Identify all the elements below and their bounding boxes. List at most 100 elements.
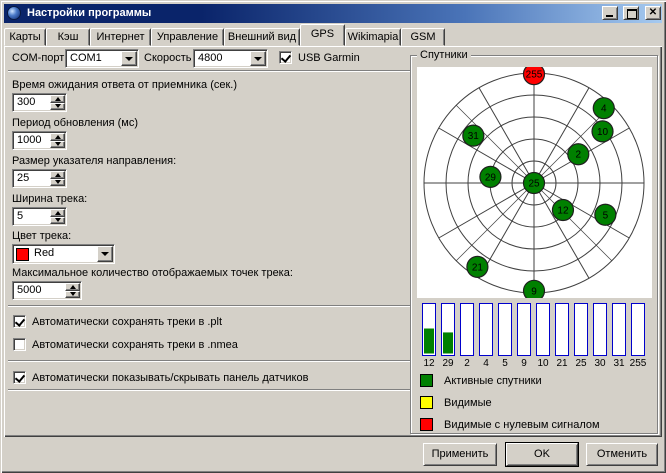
close-button[interactable]: ✕ (645, 6, 661, 20)
section-divider (8, 389, 412, 391)
spin-up-icon[interactable] (50, 133, 65, 141)
spin-up-icon[interactable] (65, 283, 80, 291)
color-swatch (16, 248, 29, 261)
signal-bars-svg: 122924591021253031255 (417, 302, 655, 368)
pointer-size-label: Размер указателя направления: (12, 155, 176, 167)
update-period-label: Период обновления (мс) (12, 117, 138, 129)
spin-down-icon[interactable] (65, 291, 80, 299)
satellite-marker: 255 (524, 67, 545, 85)
tab-maps[interactable]: Карты (4, 28, 46, 46)
settings-dialog: Настройки программы ✕ Карты Кэш Интернет… (0, 0, 666, 473)
chevron-down-icon (101, 252, 109, 260)
com-port-label: COM-порт (12, 52, 64, 64)
svg-text:25: 25 (528, 179, 540, 190)
svg-text:29: 29 (442, 358, 454, 368)
svg-text:255: 255 (630, 358, 647, 368)
pointer-size-value: 25 (17, 172, 29, 184)
satellites-group-title: Спутники (417, 49, 471, 61)
minimize-button[interactable] (602, 6, 618, 20)
satellite-marker: 25 (524, 173, 545, 194)
maximize-button[interactable] (623, 6, 639, 20)
max-points-spinner[interactable]: 5000 (12, 281, 82, 300)
checkbox-box[interactable] (13, 338, 26, 351)
spinner-buttons[interactable] (50, 133, 65, 148)
tab-bar: Карты Кэш Интернет Управление Внешний ви… (4, 25, 445, 46)
chevron-down-icon (125, 57, 133, 65)
usb-garmin-label: USB Garmin (298, 52, 360, 64)
tab-appearance[interactable]: Внешний вид (224, 28, 300, 46)
app-icon (7, 6, 21, 20)
track-width-spinner[interactable]: 5 (12, 207, 67, 226)
speed-label: Скорость (144, 52, 192, 64)
window-title: Настройки программы (27, 7, 151, 19)
visible-satellites-swatch (420, 396, 433, 409)
svg-text:10: 10 (537, 358, 549, 368)
max-points-label: Максимальное количество отображаемых точ… (12, 267, 293, 279)
spin-down-icon[interactable] (50, 179, 65, 187)
maximize-icon (627, 9, 637, 19)
tab-gsm[interactable]: GSM (401, 28, 445, 46)
svg-text:29: 29 (485, 172, 497, 183)
dropdown-button[interactable] (97, 246, 113, 262)
spin-up-icon[interactable] (50, 95, 65, 103)
spin-up-icon[interactable] (50, 171, 65, 179)
satellite-marker: 21 (467, 256, 488, 277)
update-period-spinner[interactable]: 1000 (12, 131, 67, 150)
svg-text:9: 9 (521, 358, 527, 368)
satellite-marker: 29 (480, 166, 501, 187)
checkbox-box[interactable] (13, 315, 26, 328)
svg-text:255: 255 (526, 70, 543, 81)
satellite-marker: 4 (593, 98, 614, 119)
svg-text:31: 31 (613, 358, 625, 368)
svg-text:21: 21 (556, 358, 568, 368)
svg-text:5: 5 (603, 210, 609, 221)
satellite-sky-plot: 255 4 102 31 29 25 12 5 21 9 (417, 67, 652, 298)
spin-down-icon[interactable] (50, 141, 65, 149)
minimize-icon (606, 15, 613, 17)
tab-control[interactable]: Управление (151, 28, 224, 46)
track-color-combo[interactable]: Red (12, 244, 115, 264)
spin-down-icon[interactable] (50, 103, 65, 111)
tab-gps[interactable]: GPS (300, 24, 345, 46)
speed-value: 4800 (198, 52, 222, 64)
svg-text:4: 4 (483, 358, 489, 368)
titlebar[interactable]: Настройки программы ✕ (4, 4, 662, 23)
spin-down-icon[interactable] (50, 217, 65, 225)
legend-label: Активные спутники (444, 375, 542, 387)
satellite-marker: 10 (592, 121, 613, 142)
checkbox-box[interactable] (279, 51, 292, 64)
svg-text:30: 30 (594, 358, 606, 368)
checkbox-box[interactable] (13, 371, 26, 384)
pointer-size-spinner[interactable]: 25 (12, 169, 67, 188)
dropdown-button[interactable] (250, 51, 266, 66)
close-icon: ✕ (646, 7, 660, 19)
max-points-value: 5000 (17, 284, 41, 296)
spinner-buttons[interactable] (50, 171, 65, 186)
spin-up-icon[interactable] (50, 209, 65, 217)
com-port-combo[interactable]: COM1 (65, 49, 139, 68)
timeout-spinner[interactable]: 300 (12, 93, 67, 112)
tab-internet[interactable]: Интернет (90, 28, 151, 46)
svg-text:2: 2 (464, 358, 470, 368)
speed-combo[interactable]: 4800 (193, 49, 268, 68)
svg-text:12: 12 (557, 206, 569, 217)
svg-text:4: 4 (601, 104, 607, 115)
svg-text:12: 12 (423, 358, 435, 368)
cancel-button[interactable]: Отменить (586, 443, 658, 466)
svg-text:21: 21 (472, 262, 484, 273)
spinner-buttons[interactable] (65, 283, 80, 298)
ok-button[interactable]: OK (506, 443, 578, 466)
satellite-marker: 2 (568, 144, 589, 165)
spinner-buttons[interactable] (50, 95, 65, 110)
satellite-marker: 31 (463, 125, 484, 146)
dropdown-button[interactable] (121, 51, 137, 66)
tab-cache[interactable]: Кэш (46, 28, 90, 46)
zero-signal-satellites-swatch (420, 418, 433, 431)
track-color-value: Red (34, 247, 54, 259)
apply-button[interactable]: Применить (423, 443, 497, 466)
satellite-marker: 9 (524, 280, 545, 298)
com-port-value: COM1 (70, 52, 102, 64)
tab-wikimapia[interactable]: Wikimapia (345, 28, 401, 46)
spinner-buttons[interactable] (50, 209, 65, 224)
track-color-label: Цвет трека: (12, 230, 71, 242)
